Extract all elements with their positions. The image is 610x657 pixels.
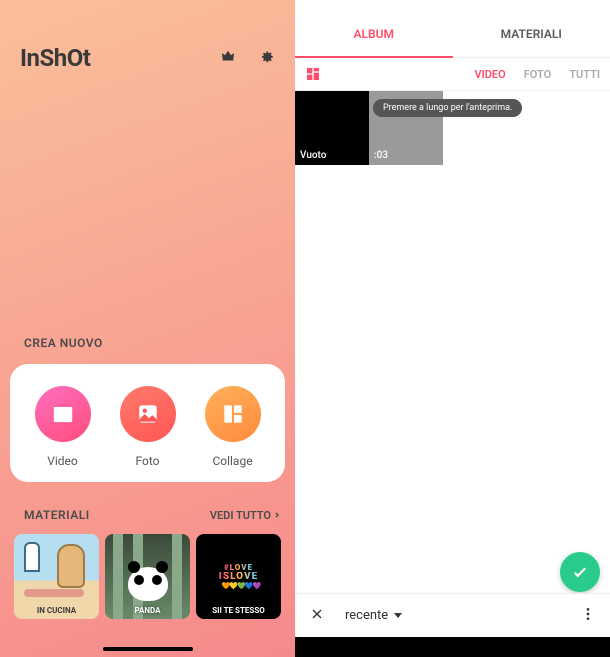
subtab-video[interactable]: VIDEO <box>474 68 505 81</box>
grid-layout-icon[interactable] <box>305 66 321 82</box>
recent-dropdown[interactable]: recente <box>345 608 402 623</box>
subtab-tutti[interactable]: TUTTI <box>569 68 600 81</box>
gear-icon[interactable] <box>257 47 275 69</box>
create-card: Video Foto Collage <box>10 364 285 482</box>
material-tile-cucina[interactable]: IN CUCINA <box>14 534 99 619</box>
create-video-label: Video <box>47 454 78 468</box>
hearts-icon: ❤🧡💛💚💙💜 <box>217 582 260 590</box>
more-button[interactable] <box>580 606 596 626</box>
clapper-icon <box>35 386 91 442</box>
collage-icon <box>205 386 261 442</box>
more-vertical-icon <box>580 606 596 622</box>
materiali-label: MATERIALI <box>24 508 90 522</box>
close-icon <box>309 606 325 622</box>
material-tile-panda[interactable]: PANDA <box>105 534 190 619</box>
material-tile-stesso[interactable]: #LOVE ISLOVE ❤🧡💛💚💙💜 SII TE STESSO <box>196 534 281 619</box>
material-caption: SII TE STESSO <box>196 602 281 619</box>
longpress-tooltip: Premere a lungo per l'anteprima. <box>373 99 522 117</box>
crown-icon[interactable] <box>219 47 237 69</box>
confirm-fab[interactable] <box>560 552 600 592</box>
create-foto-button[interactable]: Foto <box>120 386 176 468</box>
caret-down-icon <box>394 613 402 618</box>
chevron-right-icon <box>273 511 281 519</box>
material-caption: PANDA <box>105 602 190 619</box>
tab-album[interactable]: ALBUM <box>295 27 453 57</box>
photo-icon <box>120 386 176 442</box>
create-video-button[interactable]: Video <box>35 386 91 468</box>
subtab-foto[interactable]: FOTO <box>524 68 552 81</box>
app-logo: InShOt <box>20 44 90 72</box>
create-collage-button[interactable]: Collage <box>205 386 261 468</box>
create-foto-label: Foto <box>135 454 159 468</box>
gallery-thumb-blank[interactable]: Vuoto <box>295 91 369 165</box>
bottom-strip <box>295 637 610 657</box>
vedi-tutto-button[interactable]: VEDI TUTTO <box>210 509 281 522</box>
love-graphic: ISLOVE <box>219 572 258 582</box>
thumb-duration: :03 <box>374 150 388 161</box>
close-button[interactable] <box>309 606 325 626</box>
check-icon <box>571 563 589 581</box>
material-caption: IN CUCINA <box>14 602 99 619</box>
crea-nuovo-label: CREA NUOVO <box>0 336 295 350</box>
recent-label: recente <box>345 608 388 623</box>
thumb-label: Vuoto <box>300 150 326 161</box>
create-collage-label: Collage <box>212 454 252 468</box>
tab-materiali[interactable]: MATERIALI <box>453 27 610 57</box>
vedi-tutto-label: VEDI TUTTO <box>210 509 271 522</box>
nav-pill <box>103 647 193 651</box>
